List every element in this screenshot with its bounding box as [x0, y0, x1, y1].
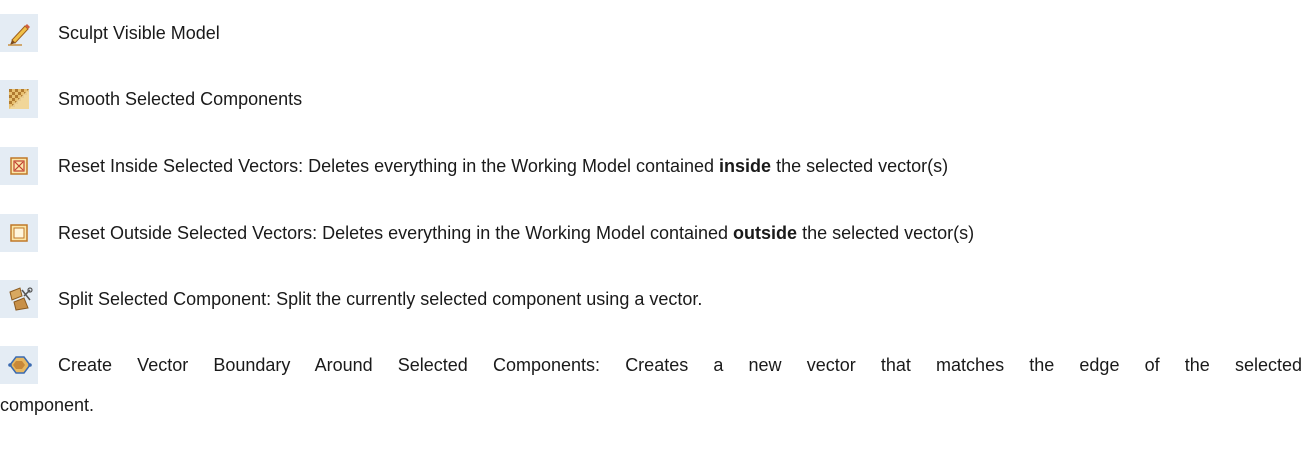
smooth-selected-components-label: Smooth Selected Components [58, 89, 303, 109]
create-vector-boundary-label: Create Vector Boundary Around Selected C… [58, 355, 1302, 375]
split-selected-component-label: Split Selected Component: Split the curr… [58, 289, 703, 309]
vector-boundary-icon [0, 346, 38, 384]
sculpt-pencil-icon [0, 14, 38, 52]
reset-inside-label: Reset Inside Selected Vectors: Deletes e… [58, 156, 949, 176]
reset-outside-icon [0, 214, 38, 252]
create-vector-boundary-label-cont: component. [0, 395, 95, 415]
outside-emphasis: outside [733, 223, 798, 243]
reset-outside-label: Reset Outside Selected Vectors: Deletes … [58, 223, 975, 243]
split-component-icon [0, 280, 38, 318]
sculpt-visible-model-label: Sculpt Visible Model [58, 23, 220, 43]
inside-emphasis: inside [719, 156, 772, 176]
smooth-texture-icon [0, 80, 38, 118]
reset-inside-icon [0, 147, 38, 185]
